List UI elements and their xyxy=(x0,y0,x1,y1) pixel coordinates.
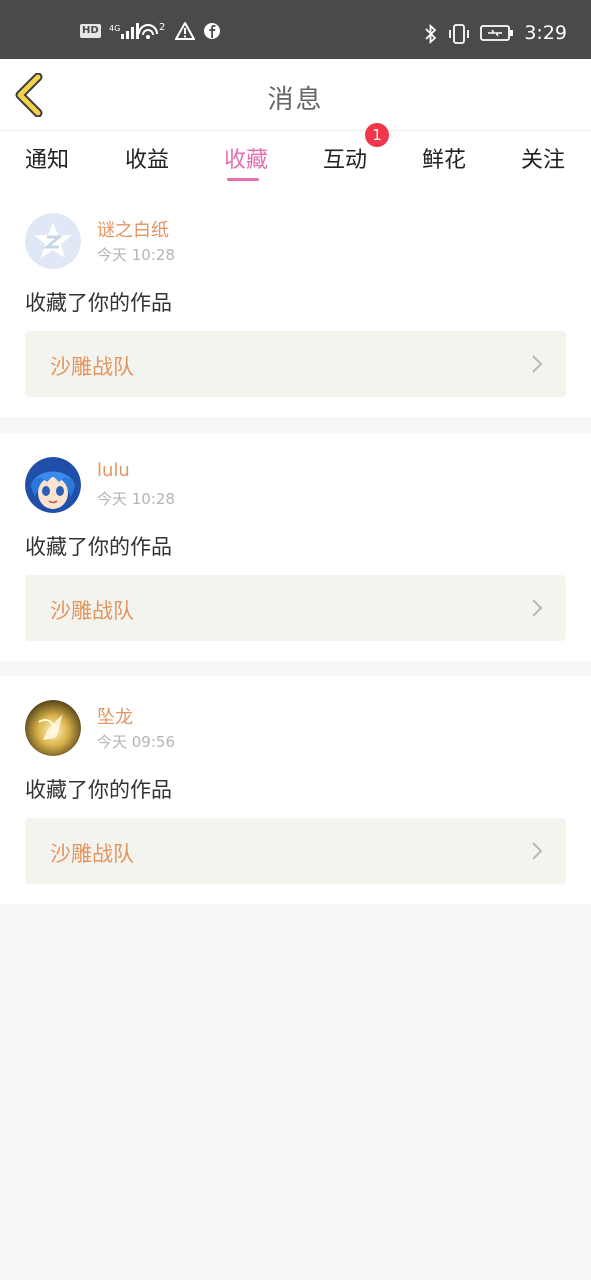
feed-item: lulu 今天 10:28 收藏了你的作品 沙雕战队 xyxy=(0,433,591,661)
tab-label: 关注 xyxy=(520,148,565,173)
work-title: 沙雕战队 xyxy=(50,599,134,623)
status-right-icons: 3:29 xyxy=(424,22,567,45)
user-name[interactable]: lulu xyxy=(97,460,130,481)
facebook-icon xyxy=(203,22,223,40)
work-title: 沙雕战队 xyxy=(50,355,134,379)
status-bar: HD 4G 2 3:29 xyxy=(0,0,591,59)
network-type-label: 4G xyxy=(109,24,120,33)
page-title: 消息 xyxy=(267,85,324,115)
4g-signal-icon: 4G xyxy=(109,22,139,40)
work-link[interactable]: 沙雕战队 xyxy=(25,331,566,397)
work-title: 沙雕战队 xyxy=(50,842,134,866)
vibrate-icon xyxy=(448,24,470,44)
avatar[interactable] xyxy=(25,700,81,756)
active-tab-indicator xyxy=(227,178,259,181)
user-name[interactable]: 坠龙 xyxy=(97,703,133,729)
tab-favorites[interactable]: 收藏 xyxy=(211,142,281,181)
avatar[interactable] xyxy=(25,457,81,513)
action-text: 收藏了你的作品 xyxy=(25,291,172,315)
status-time: 3:29 xyxy=(524,22,567,44)
bluetooth-icon xyxy=(424,23,438,45)
timestamp: 今天 09:56 xyxy=(97,733,175,751)
tab-interactions[interactable]: 互动 xyxy=(310,142,380,174)
timestamp: 今天 10:28 xyxy=(97,246,175,264)
battery-charging-icon xyxy=(480,24,514,42)
timestamp: 今天 10:28 xyxy=(97,490,175,508)
hotspot-count: 2 xyxy=(159,22,165,33)
chevron-right-icon xyxy=(530,841,544,861)
warning-icon xyxy=(173,20,196,40)
chevron-right-icon xyxy=(530,354,544,374)
work-link[interactable]: 沙雕战队 xyxy=(25,575,566,641)
avatar[interactable] xyxy=(25,213,81,269)
user-name[interactable]: 谜之白纸 xyxy=(97,216,169,242)
action-text: 收藏了你的作品 xyxy=(25,535,172,559)
tab-flowers[interactable]: 鲜花 xyxy=(409,142,479,174)
feed-item: 坠龙 今天 09:56 收藏了你的作品 沙雕战队 xyxy=(0,676,591,904)
hd-badge: HD xyxy=(80,24,101,38)
tab-earnings[interactable]: 收益 xyxy=(112,142,182,174)
tab-label: 通知 xyxy=(24,148,69,173)
tab-label: 鲜花 xyxy=(421,148,466,173)
action-text: 收藏了你的作品 xyxy=(25,778,172,802)
tab-label: 收益 xyxy=(124,148,169,173)
tab-label: 互动 xyxy=(322,148,367,173)
feed-item: 谜之白纸 今天 10:28 收藏了你的作品 沙雕战队 xyxy=(0,189,591,417)
tab-bar: 通知 收益 收藏 互动 鲜花 关注 1 xyxy=(0,123,591,189)
wifi-hotspot-icon: 2 xyxy=(137,22,167,40)
chevron-right-icon xyxy=(530,598,544,618)
status-left-icons: HD 4G 2 xyxy=(80,20,223,40)
work-link[interactable]: 沙雕战队 xyxy=(25,818,566,884)
tab-label: 收藏 xyxy=(223,148,268,173)
interaction-count-badge: 1 xyxy=(365,123,389,147)
tab-notifications[interactable]: 通知 xyxy=(12,142,82,174)
top-bar: 消息 xyxy=(0,59,591,131)
tab-follows[interactable]: 关注 xyxy=(508,142,578,174)
